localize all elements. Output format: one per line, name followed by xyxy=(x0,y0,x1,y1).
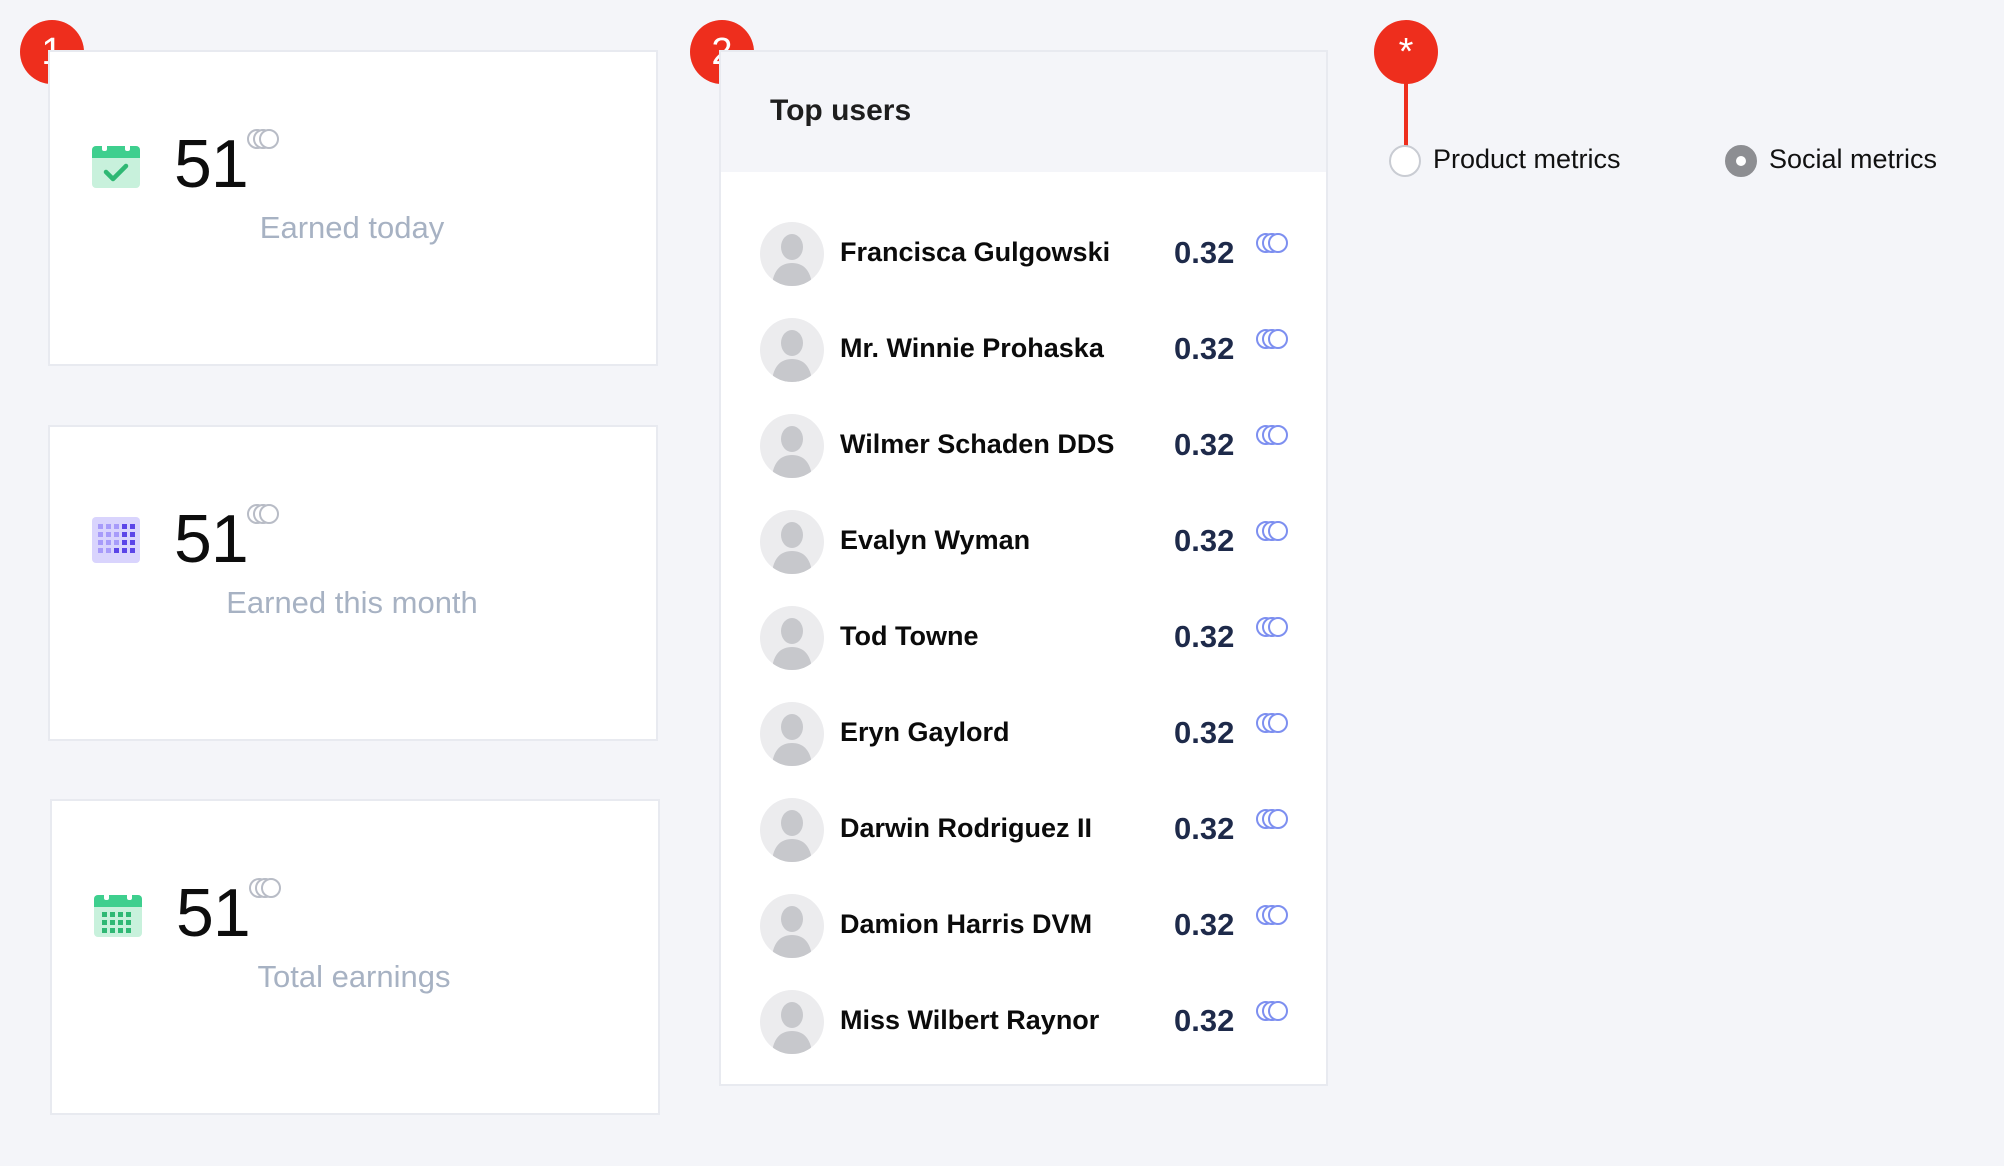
user-name: Mr. Winnie Prohaska xyxy=(840,333,1104,363)
user-score: 0.32 xyxy=(1174,619,1235,654)
user-silhouette-icon xyxy=(772,810,812,862)
avatar xyxy=(760,510,824,574)
user-silhouette-icon xyxy=(772,1002,812,1054)
user-score: 0.32 xyxy=(1174,1003,1235,1038)
total-earnings-label: Total earnings xyxy=(257,959,451,994)
user-row[interactable]: Darwin Rodriguez II 0.32 xyxy=(721,786,1326,876)
user-silhouette-icon xyxy=(772,426,812,478)
avatar xyxy=(760,414,824,478)
user-silhouette-icon xyxy=(772,714,812,766)
user-row[interactable]: Miss Wilbert Raynor 0.32 xyxy=(721,978,1326,1068)
earned-this-month-value: 51 xyxy=(174,501,249,577)
earned-this-month-card: 51 Earned this month xyxy=(48,425,658,741)
earned-today-card: 51 Earned today xyxy=(48,50,658,366)
calendar-grid-icon xyxy=(94,890,142,937)
radio-product-metrics[interactable]: Product metrics xyxy=(1389,144,1649,181)
earned-today-value: 51 xyxy=(174,126,249,202)
radio-label[interactable]: Product metrics xyxy=(1433,144,1621,175)
coin-icon xyxy=(247,504,279,524)
user-score: 0.32 xyxy=(1174,331,1235,366)
coin-icon xyxy=(1256,809,1288,829)
radio-dot xyxy=(1736,156,1746,166)
user-name: Miss Wilbert Raynor xyxy=(840,1005,1100,1035)
total-earnings-value: 51 xyxy=(176,875,251,951)
user-name: Tod Towne xyxy=(840,621,979,651)
radio-social-metrics[interactable]: Social metrics xyxy=(1725,144,1965,181)
user-row[interactable]: Wilmer Schaden DDS 0.32 xyxy=(721,402,1326,492)
user-score: 0.32 xyxy=(1174,715,1235,750)
calendar-check-icon xyxy=(92,141,140,188)
user-silhouette-icon xyxy=(772,330,812,382)
user-row[interactable]: Tod Towne 0.32 xyxy=(721,594,1326,684)
radio-label[interactable]: Social metrics xyxy=(1769,144,1937,175)
calendar-month-grid-icon xyxy=(92,517,140,563)
user-score: 0.32 xyxy=(1174,811,1235,846)
user-name: Francisca Gulgowski xyxy=(840,237,1111,267)
user-name: Darwin Rodriguez II xyxy=(840,813,1093,843)
coin-icon xyxy=(1256,1001,1288,1021)
user-name: Wilmer Schaden DDS xyxy=(840,429,1115,459)
radio-button-unchecked[interactable] xyxy=(1389,145,1421,177)
avatar xyxy=(760,702,824,766)
user-row[interactable]: Eryn Gaylord 0.32 xyxy=(721,690,1326,780)
user-name: Damion Harris DVM xyxy=(840,909,1093,939)
coin-icon xyxy=(1256,713,1288,733)
user-score: 0.32 xyxy=(1174,235,1235,270)
coin-icon xyxy=(1256,425,1288,445)
top-users-panel: Top users Francisca Gulgowski 0.32 Mr. W… xyxy=(719,50,1328,1086)
radio-button-checked[interactable] xyxy=(1725,145,1757,177)
user-silhouette-icon xyxy=(772,906,812,958)
avatar xyxy=(760,990,824,1054)
coin-icon xyxy=(1256,329,1288,349)
avatar xyxy=(760,222,824,286)
total-earnings-card: 51 Total earnings xyxy=(50,799,660,1115)
user-row[interactable]: Mr. Winnie Prohaska 0.32 xyxy=(721,306,1326,396)
top-users-header: Top users xyxy=(721,52,1326,172)
coin-icon xyxy=(1256,905,1288,925)
user-name: Eryn Gaylord xyxy=(840,717,1010,747)
earned-today-label: Earned today xyxy=(259,210,445,245)
user-score: 0.32 xyxy=(1174,427,1235,462)
user-row[interactable]: Francisca Gulgowski 0.32 xyxy=(721,210,1326,300)
user-score: 0.32 xyxy=(1174,523,1235,558)
step-marker-star: * xyxy=(1374,20,1438,84)
user-silhouette-icon xyxy=(772,522,812,574)
coin-icon xyxy=(1256,521,1288,541)
user-name: Evalyn Wyman xyxy=(840,525,1031,555)
avatar xyxy=(760,798,824,862)
coin-icon xyxy=(247,129,279,149)
user-row[interactable]: Evalyn Wyman 0.32 xyxy=(721,498,1326,588)
user-silhouette-icon xyxy=(772,234,812,286)
user-row[interactable]: Damion Harris DVM 0.32 xyxy=(721,882,1326,972)
user-silhouette-icon xyxy=(772,618,812,670)
coin-icon xyxy=(249,878,281,898)
avatar xyxy=(760,606,824,670)
avatar xyxy=(760,894,824,958)
earned-this-month-label: Earned this month xyxy=(226,585,478,620)
coin-icon xyxy=(1256,233,1288,253)
avatar xyxy=(760,318,824,382)
coin-icon xyxy=(1256,617,1288,637)
user-score: 0.32 xyxy=(1174,907,1235,942)
top-users-title: Top users xyxy=(770,94,912,127)
